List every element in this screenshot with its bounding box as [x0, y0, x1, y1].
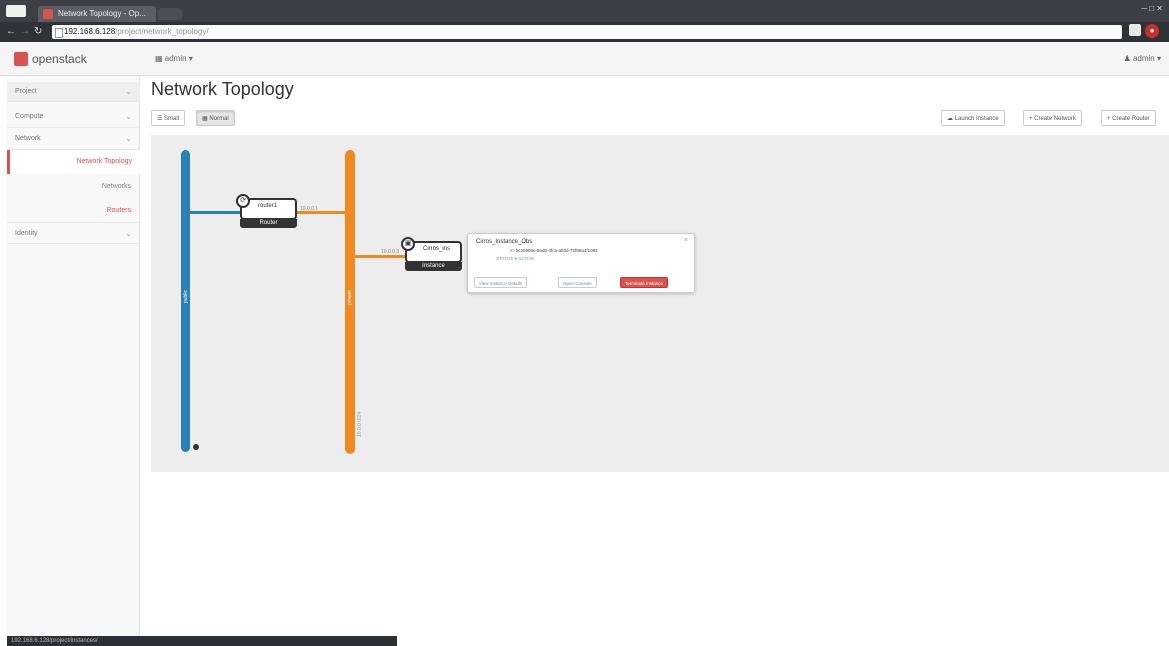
popup-id-row: ID bc20906e-5ed0-4fca-a93d-72f99a4f1083: [510, 248, 598, 253]
popup-status-label: STATUS: [496, 256, 514, 261]
dashboard-header: openstack ▦ admin ▾ ♟ admin ▾: [0, 42, 1169, 76]
browser-settings-icon[interactable]: ●: [1145, 24, 1159, 38]
extension-icon[interactable]: [1129, 24, 1141, 36]
instance-name: Cirros_ins: [423, 246, 451, 252]
page-icon: [55, 28, 63, 38]
router-port-label: 10.0.0.1: [300, 206, 319, 212]
instance-private-link: [355, 255, 405, 258]
open-console-button[interactable]: Open Console: [558, 277, 597, 288]
browser-menu-icon[interactable]: [6, 5, 26, 17]
sidebar: Project ⌄ Compute ⌄ Network ⌄ Network To…: [7, 76, 140, 646]
page-title: Network Topology: [151, 79, 294, 99]
popup-id-label: ID: [510, 248, 515, 253]
network-name-label: public: [183, 290, 189, 304]
sidebar-item-label: Network: [15, 135, 41, 142]
launch-instance-button[interactable]: ☁ Launch Instance: [941, 110, 1005, 126]
instance-type-label: Instance: [405, 262, 462, 271]
small-view-label: Small: [164, 116, 180, 122]
normal-view-button[interactable]: ▦ Normal: [196, 110, 235, 126]
openstack-logo-icon: [14, 52, 28, 66]
topology-canvas: [151, 135, 1169, 472]
instance-icon: ▣: [401, 237, 415, 251]
normal-view-label: Normal: [209, 116, 229, 122]
url-host: 192.168.6.128: [64, 27, 116, 36]
router-public-link: [190, 211, 240, 214]
network-bar-private[interactable]: private: [345, 150, 355, 454]
small-view-button[interactable]: ☰ Small: [151, 110, 186, 126]
sidebar-item-label: Project: [15, 88, 37, 95]
sidebar-item-network-topology[interactable]: Network Topology: [7, 150, 140, 174]
sidebar-item-compute[interactable]: Compute ⌄: [7, 106, 140, 128]
router-name: router1: [258, 203, 278, 209]
popup-status-row: STATUS ● ACTIVE: [496, 256, 534, 261]
browser-title-bar: Network Topology - Op... ─ □ ✕: [0, 0, 1169, 22]
tab-title: Network Topology - Op...: [58, 9, 146, 18]
back-arrow-icon[interactable]: ←: [6, 26, 16, 38]
close-icon[interactable]: ×: [684, 237, 688, 244]
address-bar[interactable]: 192.168.6.128/project/network_topology/: [52, 25, 1122, 39]
sidebar-item-routers[interactable]: Routers: [106, 207, 131, 214]
router-type-label: Router: [240, 219, 297, 228]
browser-status-bar: 192.168.6.128/project/instances/: [7, 636, 397, 646]
new-tab-button[interactable]: [158, 8, 182, 20]
create-router-label: + Create Router: [1107, 116, 1150, 122]
status-ok-icon: ●: [514, 256, 518, 261]
network-port-dot: [193, 444, 199, 450]
terminate-instance-button[interactable]: Terminate Instance: [620, 277, 669, 288]
forward-arrow-icon[interactable]: →: [20, 26, 30, 38]
sidebar-item-identity[interactable]: Identity ⌄: [7, 222, 140, 244]
chevron-down-icon: ⌄: [125, 134, 132, 143]
create-network-label: + Create Network: [1029, 116, 1076, 122]
launch-instance-label: Launch Instance: [954, 116, 999, 122]
create-network-button[interactable]: + Create Network: [1023, 110, 1082, 126]
sidebar-item-networks[interactable]: Networks: [102, 183, 131, 190]
openstack-favicon-icon: [43, 9, 53, 19]
cloud-upload-icon: ☁: [947, 116, 953, 122]
popup-status-value: ACTIVE: [518, 256, 535, 261]
sidebar-item-label: Identity: [15, 230, 38, 237]
browser-tab[interactable]: Network Topology - Op...: [38, 6, 156, 22]
router-icon: ⟳: [236, 194, 250, 208]
project-dropdown[interactable]: ▦ admin ▾: [155, 54, 193, 63]
popup-title: Cirros_Instance_Obs: [476, 239, 533, 245]
sidebar-item-network[interactable]: Network ⌄: [7, 128, 140, 150]
chevron-down-icon: ⌄: [125, 87, 132, 96]
url-path: /project/network_topology/: [115, 27, 209, 36]
popup-id-value: bc20906e-5ed0-4fca-a93d-72f99a4f1083: [515, 248, 598, 253]
chevron-down-icon: ⌄: [125, 112, 132, 121]
sidebar-item-label: Network Topology: [76, 158, 132, 165]
browser-toolbar: ← → ↻ 192.168.6.128/project/network_topo…: [0, 22, 1169, 42]
network-cidr-label: 10.0.0.0/24: [357, 412, 363, 438]
instance-port-label: 10.0.0.3: [381, 249, 400, 255]
chevron-down-icon: ⌄: [125, 229, 132, 238]
create-router-button[interactable]: + Create Router: [1101, 110, 1156, 126]
reload-icon[interactable]: ↻: [34, 26, 42, 38]
instance-detail-popup: Cirros_Instance_Obs × ID bc20906e-5ed0-4…: [467, 233, 695, 293]
openstack-logo[interactable]: openstack: [14, 52, 87, 66]
window-controls[interactable]: ─ □ ✕: [1141, 4, 1163, 13]
view-instance-details-button[interactable]: View Instance Details: [474, 277, 527, 288]
project-dropdown-label: admin ▾: [164, 54, 193, 63]
logo-text: openstack: [32, 52, 87, 66]
user-dropdown-label: admin ▾: [1132, 54, 1161, 63]
network-bar-public[interactable]: public: [181, 150, 190, 452]
sidebar-item-project[interactable]: Project ⌄: [7, 82, 140, 102]
user-dropdown[interactable]: ♟ admin ▾: [1124, 54, 1161, 63]
sidebar-item-label: Compute: [15, 113, 44, 120]
network-name-label: private: [347, 290, 353, 306]
